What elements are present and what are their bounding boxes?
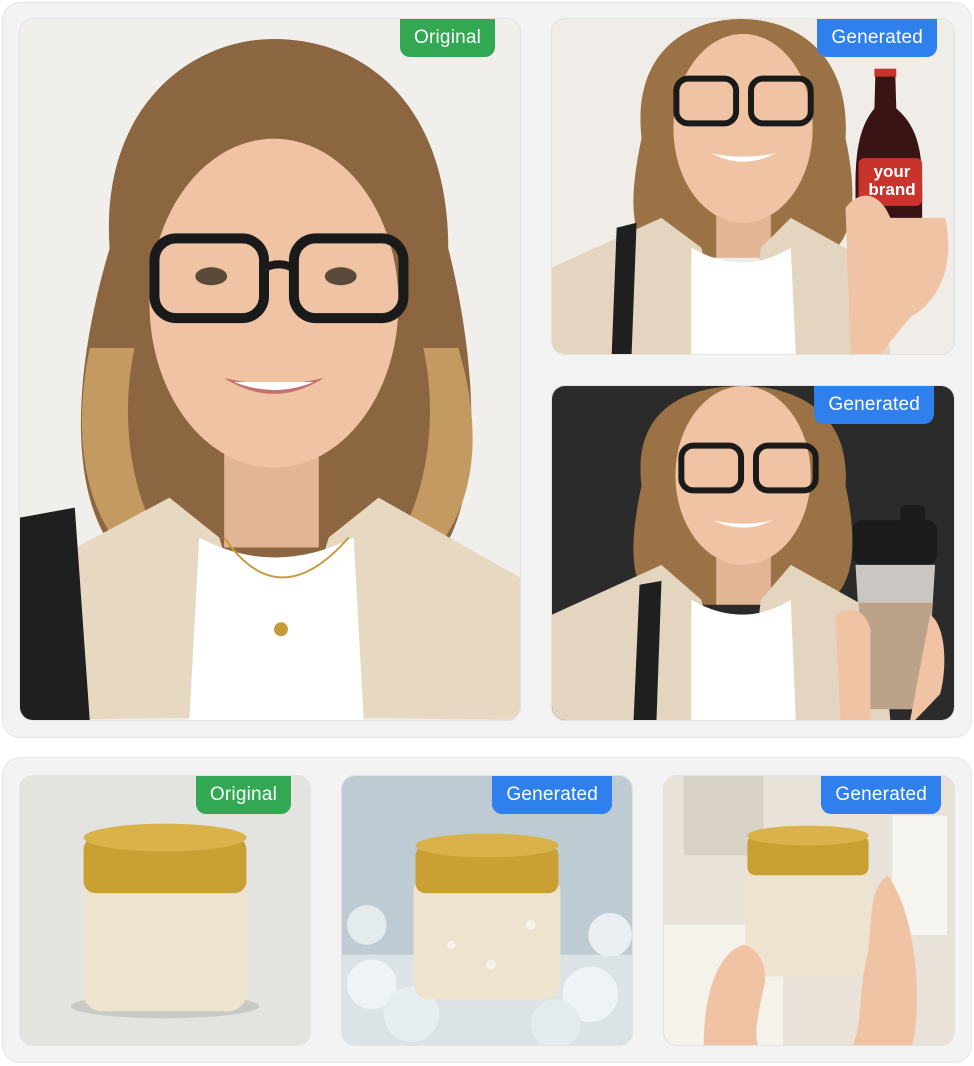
jar-ice-card[interactable]: Generated bbox=[341, 775, 633, 1046]
portrait-original-image bbox=[20, 19, 520, 720]
jar-original-card[interactable]: Original bbox=[19, 775, 311, 1046]
jar-original-image bbox=[20, 776, 310, 1045]
soda-label-text: your brand bbox=[868, 162, 916, 199]
original-badge: Original bbox=[400, 19, 496, 57]
generated-badge: Generated bbox=[817, 19, 937, 57]
jar-hands-image bbox=[664, 776, 954, 1045]
portrait-original-card[interactable]: Original bbox=[19, 18, 521, 721]
generated-badge: Generated bbox=[492, 776, 612, 814]
jar-ice-image bbox=[342, 776, 632, 1045]
portrait-shaker-image bbox=[552, 386, 954, 720]
portrait-soda-card[interactable]: your brand Generated bbox=[551, 18, 955, 355]
original-badge: Original bbox=[195, 776, 291, 814]
jar-hands-card[interactable]: Generated bbox=[663, 775, 955, 1046]
generated-badge: Generated bbox=[821, 776, 941, 814]
portrait-shaker-card[interactable]: Generated bbox=[551, 385, 955, 721]
generated-badge: Generated bbox=[814, 386, 934, 424]
